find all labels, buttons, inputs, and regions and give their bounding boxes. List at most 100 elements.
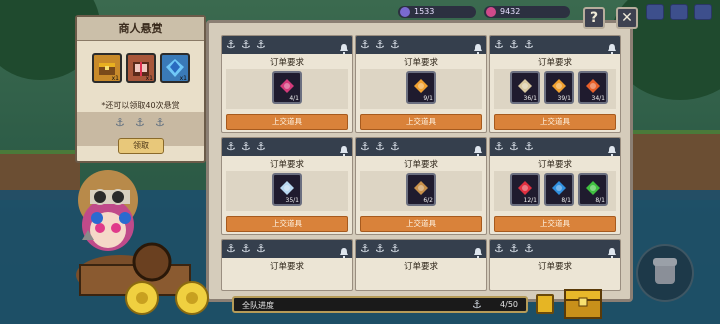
bounty-note: *还可以领取40次悬赏 (101, 101, 180, 110)
order-item-slot[interactable]: 34/1 (578, 71, 608, 104)
anchor-icon: ⚓ (509, 38, 519, 51)
anchor-icon: ⚓ (360, 140, 370, 153)
order-title: 订单要求 (403, 58, 438, 68)
gold-fish-icon (414, 79, 428, 93)
order-item-slot[interactable]: 39/1 (544, 71, 574, 104)
anchor-icon: ⚓ (472, 298, 482, 311)
team-progress-value: 4/50 (500, 300, 518, 309)
submit-items-button[interactable]: 上交道具 (494, 216, 616, 232)
bell-icon (339, 39, 349, 54)
order-item-slot[interactable]: 36/1 (510, 71, 540, 104)
orders-panel: ⚓ ⚓ ⚓ 订单要求 4/1 上交道具 ⚓ ⚓ ⚓ 订单要求 9/1 上交道具 ⚓ ⚓ ⚓ 订单要求 36/1 3… (206, 20, 633, 302)
order-title: 订单要求 (269, 58, 304, 68)
anchor-icon: ⚓ (494, 38, 504, 51)
order-item-slot[interactable]: 12/1 (510, 173, 540, 206)
anchor-icon: ⚓ (226, 242, 236, 255)
pink-berry-icon (280, 79, 294, 93)
order-card-header: ⚓ ⚓ ⚓ (490, 36, 620, 54)
order-card-header: ⚓ ⚓ ⚓ (356, 138, 486, 156)
order-item-slot[interactable]: 4/1 (272, 71, 302, 104)
order-item-slot[interactable]: 35/1 (272, 173, 302, 206)
order-card: ⚓ ⚓ ⚓ 订单要求 (221, 239, 353, 291)
order-item-count: 8/1 (561, 197, 571, 204)
reward-slot[interactable]: x1 (126, 53, 156, 83)
order-card: ⚓ ⚓ ⚓ 订单要求 (355, 239, 487, 291)
order-title: 订单要求 (269, 262, 304, 272)
mail-button[interactable] (646, 4, 664, 20)
order-items: 12/1 8/1 8/1 (494, 171, 616, 211)
anchor-icon: ⚓ (390, 38, 400, 51)
anchor-icon: ⚓ (375, 242, 385, 255)
sound-button[interactable] (670, 4, 688, 20)
submit-items-button[interactable]: 上交道具 (226, 216, 348, 232)
anchor-icon: ⚓ (360, 242, 370, 255)
anchor-icon: ⚓ (241, 140, 251, 153)
order-card-header: ⚓ ⚓ ⚓ (490, 240, 620, 258)
help-button[interactable]: ? (583, 7, 605, 29)
order-card: ⚓ ⚓ ⚓ 订单要求 36/1 39/1 34/1 上交道具 (489, 35, 621, 133)
bell-icon (607, 141, 617, 156)
bell-icon (473, 39, 483, 54)
reward-slot[interactable]: x1 (160, 53, 190, 83)
bell-icon (339, 141, 349, 156)
submit-items-button[interactable]: 上交道具 (360, 114, 482, 130)
order-title: 订单要求 (269, 160, 304, 170)
anchor-icon: ⚓ (509, 140, 519, 153)
order-item-slot[interactable]: 6/2 (406, 173, 436, 206)
submit-items-button[interactable]: 上交道具 (360, 216, 482, 232)
resource-counter-2: 9432 (484, 6, 570, 18)
crystal-sword-icon (280, 181, 294, 195)
bell-icon (473, 243, 483, 258)
anchor-icon: ⚓ (241, 38, 251, 51)
anchor-icon: ⚓ (494, 140, 504, 153)
order-item-slot[interactable]: 8/1 (544, 173, 574, 206)
player-character (70, 170, 220, 324)
treasure-chest-icon (564, 289, 602, 319)
submit-items-button[interactable]: 上交道具 (226, 114, 348, 130)
gold-fish-icon (552, 79, 566, 93)
reward-count: x1 (179, 75, 187, 82)
order-items: 9/1 (360, 69, 482, 109)
anchor-icon: ⚓ (390, 242, 400, 255)
anchor-icon: ⚓ (524, 242, 534, 255)
team-progress-bar: 全队进度 ⚓ 4/50 (232, 296, 528, 313)
order-card-header: ⚓ ⚓ ⚓ (222, 36, 352, 54)
anchor-icon: ⚓ (375, 140, 385, 153)
clipboard-icon[interactable] (536, 294, 554, 314)
anchor-icon: ⚓ (226, 38, 236, 51)
reward-count: x1 (111, 75, 119, 82)
fist-icon (653, 258, 677, 284)
reward-slot[interactable]: x1 (92, 53, 122, 83)
submit-items-button[interactable]: 上交道具 (494, 114, 616, 130)
character-sprite (76, 170, 209, 315)
order-item-count: 35/1 (285, 197, 299, 204)
anchor-icon: ⚓ (256, 242, 266, 255)
order-item-count: 9/1 (423, 95, 433, 102)
bell-icon (607, 243, 617, 258)
pink-gem-icon (486, 7, 496, 17)
green-flower-icon (586, 181, 600, 195)
resource-counter-1: 1533 (398, 6, 476, 18)
action-button[interactable] (636, 244, 694, 302)
claim-button[interactable]: 领取 (118, 138, 164, 154)
order-item-count: 4/1 (289, 95, 299, 102)
anchor-icon: ⚓ (524, 140, 534, 153)
anchor-icon: ⚓ (135, 116, 145, 129)
order-item-count: 39/1 (557, 95, 571, 102)
anchor-icon: ⚓ (494, 242, 504, 255)
order-item-slot[interactable]: 9/1 (406, 71, 436, 104)
order-item-slot[interactable]: 8/1 (578, 173, 608, 206)
order-item-count: 36/1 (523, 95, 537, 102)
settings-button[interactable] (694, 4, 712, 20)
bounty-title: 商人悬赏 (77, 17, 204, 41)
close-button[interactable]: ✕ (616, 7, 638, 29)
treasure-chest-button[interactable] (561, 282, 605, 320)
bone-dagger-icon (518, 79, 532, 93)
purple-gem-icon (400, 7, 410, 17)
blue-flower-icon (552, 181, 566, 195)
order-title: 订单要求 (537, 160, 572, 170)
order-title: 订单要求 (403, 262, 438, 272)
anchor-icon: ⚓ (115, 116, 125, 129)
order-card-header: ⚓ ⚓ ⚓ (222, 138, 352, 156)
anchor-icon: ⚓ (256, 38, 266, 51)
